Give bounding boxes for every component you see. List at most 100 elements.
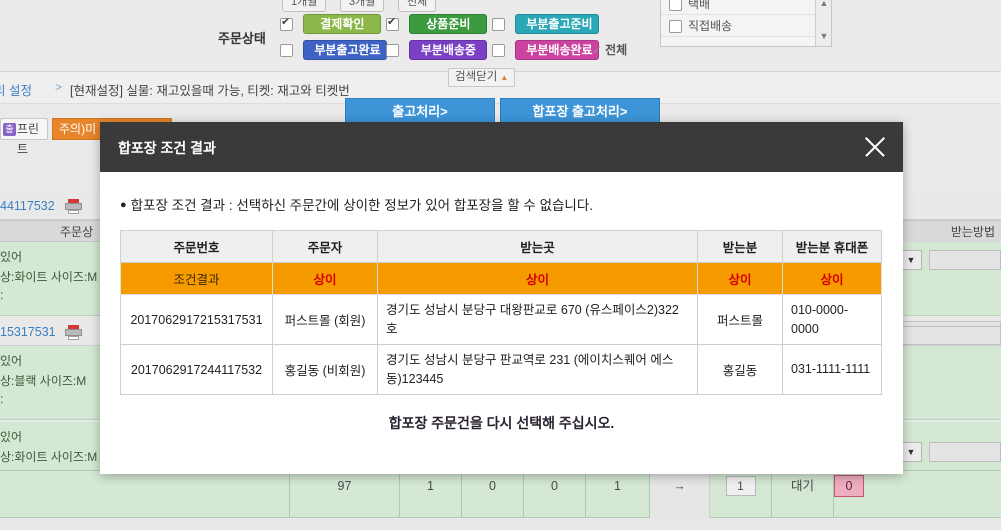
printer-icon[interactable] [65, 325, 82, 340]
condition-result-address: 상이 [377, 262, 698, 295]
modal-message: ● 합포장 조건 결과 : 선택하신 주문간에 상이한 정보가 있어 합포장을 할… [120, 194, 883, 214]
status-badge-partial-ship-ready[interactable]: 부분출고준비 [515, 14, 600, 34]
print-icon: 출 [3, 123, 16, 136]
quantity-input[interactable]: 1 [725, 476, 756, 496]
column-header-orderer: 주문자 [272, 230, 378, 263]
order-number-link-1[interactable]: 44117532 [0, 192, 55, 220]
table-row: 2017062917215317531 퍼스트몰 (회원) 경기도 성남시 분당… [120, 294, 882, 345]
modal-body: ● 합포장 조건 결과 : 선택하신 주문간에 상이한 정보가 있어 합포장을 할… [100, 194, 903, 433]
status-option-partial-ship-ready[interactable]: 부분출고준비 [492, 14, 600, 34]
checkbox-parcel[interactable] [669, 0, 682, 12]
cell-phone: 031-1111-1111 [782, 344, 882, 395]
chevron-up-icon: ▲ [500, 73, 509, 82]
search-panel: 1개월 3개월 전체 주문상태 결제확인 상품준비 부분출고준비 부분출고완료 [0, 0, 1001, 72]
status-option-partial-delivering[interactable]: 부분배송중 [386, 40, 488, 60]
row-option-line3: : [0, 288, 4, 302]
summary-blank [0, 471, 290, 518]
period-button-all[interactable]: 전체 [398, 0, 437, 12]
condition-result-receiver: 상이 [697, 262, 783, 295]
search-close-button[interactable]: 검색닫기 ▲ [448, 68, 516, 87]
row-input-2b[interactable] [900, 326, 1001, 345]
breadcrumb-current-setting-text: [현재설정] 실물: 재고있을때 가능, 티켓: 재고와 티켓번 [70, 84, 350, 98]
row-option-line2: 상:블랙 사이즈:M [0, 374, 87, 388]
breadcrumb-link-settings[interactable]: 리 설정 [0, 80, 32, 99]
cell-address: 경기도 성남시 분당구 판교역로 231 (에이치스퀘어 에스동)123445 [377, 344, 698, 395]
summary-wait-cell: 대기 [772, 471, 834, 518]
select-all-toggle[interactable]: ✓ 전체 [592, 41, 627, 58]
row-option-line3: : [0, 392, 4, 406]
cell-address: 경기도 성남시 분당구 대왕판교로 670 (유스페이스2)322호 [377, 294, 698, 345]
checkbox-payment-confirmed[interactable] [280, 16, 293, 31]
summary-value-5: 1 [586, 471, 650, 518]
close-icon[interactable] [859, 131, 891, 163]
summary-arrow: → [650, 471, 710, 518]
check-icon: ✓ [592, 43, 603, 57]
cell-orderer: 홍길동 (비회원) [272, 344, 378, 395]
order-number-link-2[interactable]: 15317531 [0, 318, 56, 346]
ship-process-button[interactable]: 출고처리> [345, 98, 495, 125]
cell-phone: 010-0000-0000 [782, 294, 882, 345]
checkbox-partial-delivering[interactable] [386, 43, 399, 57]
row-option-line2: 상:화이트 사이즈:M [0, 270, 98, 284]
summary-value-2: 1 [400, 471, 462, 518]
combined-pack-result-modal: 합포장 조건 결과 ● 합포장 조건 결과 : 선택하신 주문간에 상이한 정보가… [100, 122, 903, 474]
row-option-line1: 있어 [0, 250, 23, 264]
delivery-option-parcel[interactable]: 택배 [661, 0, 831, 15]
status-badge-product-ready[interactable]: 상품준비 [409, 14, 488, 34]
modal-message-text: 합포장 조건 결과 : 선택하신 주문간에 상이한 정보가 있어 합포장을 할 … [130, 198, 594, 213]
row-option-line1: 있어 [0, 430, 23, 444]
summary-value-4: 0 [524, 471, 586, 518]
delivery-method-listbox[interactable]: 택배 직접배송 ▲ ▼ [660, 0, 832, 47]
checkbox-direct[interactable] [669, 20, 682, 34]
checkbox-product-ready[interactable] [386, 16, 399, 31]
status-option-payment-confirmed[interactable]: 결제확인 [280, 14, 382, 34]
status-badge-partial-delivering[interactable]: 부분배송중 [409, 40, 488, 60]
cell-receiver: 홍길동 [697, 344, 783, 395]
summary-qty-cell: 1 [710, 471, 772, 518]
table-row: 2017062917244117532 홍길동 (비회원) 경기도 성남시 분당… [120, 344, 882, 395]
row-input-1[interactable] [929, 250, 1001, 270]
row-input-3[interactable] [929, 442, 1001, 462]
summary-row: 97 1 0 0 1 → 1 대기 0 [0, 470, 1001, 518]
row-option-line2: 상:화이트 사이즈:M [0, 450, 98, 464]
delivery-option-direct[interactable]: 직접배송 [661, 15, 831, 37]
modal-footer-message: 합포장 주문건을 다시 선택해 주십시오. [388, 415, 615, 431]
status-badge-partial-ship-done[interactable]: 부분출고완료 [303, 40, 388, 60]
summary-value-1: 97 [290, 471, 400, 518]
column-header-order-no: 주문번호 [120, 230, 273, 263]
print-button[interactable]: 출 프린트 [0, 118, 48, 156]
status-option-partial-ship-done[interactable]: 부분출고완료 [280, 40, 388, 60]
listbox-scrollbar[interactable]: ▲ ▼ [815, 0, 831, 46]
cell-orderer: 퍼스트몰 (회원) [272, 294, 378, 345]
status-badge-partial-delivered[interactable]: 부분배송완료 [515, 40, 600, 60]
checkbox-partial-ship-done[interactable] [280, 43, 293, 57]
checkbox-partial-delivered[interactable] [492, 43, 505, 57]
printer-icon[interactable] [65, 199, 82, 214]
condition-result-phone: 상이 [782, 262, 882, 295]
row-option-line1: 있어 [0, 354, 23, 368]
summary-wait-count-cell: 0 [826, 471, 872, 518]
checkbox-partial-ship-ready[interactable] [492, 17, 505, 31]
modal-title: 합포장 조건 결과 [118, 140, 216, 156]
wait-count-badge[interactable]: 0 [834, 475, 864, 497]
status-option-product-ready[interactable]: 상품준비 [386, 14, 488, 34]
wait-label: 대기 [790, 479, 814, 493]
modal-header: 합포장 조건 결과 [100, 122, 903, 172]
app-root: 1개월 3개월 전체 주문상태 결제확인 상품준비 부분출고준비 부분출고완료 [0, 0, 1001, 530]
summary-value-3: 0 [462, 471, 524, 518]
cell-receiver: 퍼스트몰 [697, 294, 783, 345]
table-header-row: 주문번호 주문자 받는곳 받는분 받는분 휴대폰 [120, 230, 882, 263]
period-button-3month[interactable]: 3개월 [340, 0, 385, 12]
row-dropdown-button-3[interactable]: ▼ [900, 442, 922, 462]
cell-order-no: 2017062917244117532 [120, 344, 273, 395]
row-dropdown-button-1[interactable]: ▼ [900, 250, 922, 270]
bullet-icon: ● [120, 199, 127, 211]
scroll-down-icon[interactable]: ▼ [816, 29, 832, 43]
order-status-label: 주문상태 [218, 31, 266, 46]
status-option-partial-delivered[interactable]: 부분배송완료 [492, 40, 600, 60]
column-header-receive-method: 받는방법 [900, 221, 1001, 243]
combined-pack-ship-button[interactable]: 합포장 출고처리> [500, 98, 660, 125]
scroll-up-icon[interactable]: ▲ [816, 0, 832, 10]
period-button-1month[interactable]: 1개월 [282, 0, 327, 12]
status-badge-payment-confirmed[interactable]: 결제확인 [303, 14, 382, 34]
